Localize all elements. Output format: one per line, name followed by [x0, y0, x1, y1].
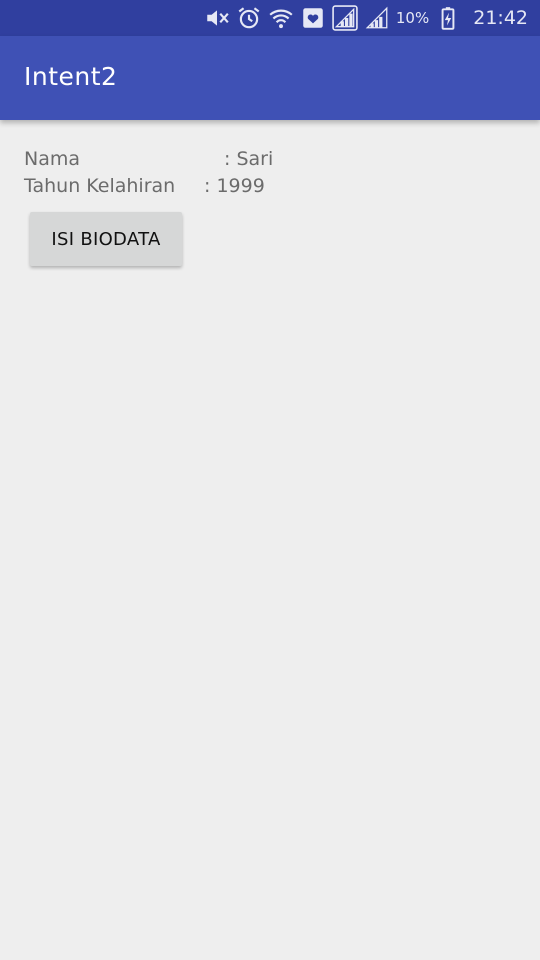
- battery-percent: 10%: [395, 9, 430, 27]
- name-value: : Sari: [224, 148, 274, 170]
- signal-strength-icon: [332, 5, 358, 31]
- wifi-icon: [268, 5, 294, 31]
- app-title: Intent2: [24, 62, 118, 91]
- birth-year-label: Tahun Kelahiran: [24, 175, 176, 197]
- battery-charging-icon: [435, 5, 461, 31]
- status-icons: 10% 21:42: [204, 0, 528, 36]
- fill-biodata-button[interactable]: ISI BIODATA: [30, 212, 182, 266]
- name-label: Nama: [24, 148, 81, 170]
- birth-year-value: : 1999: [204, 175, 265, 197]
- clock: 21:42: [473, 7, 528, 29]
- alarm-clock-icon: [236, 5, 262, 31]
- status-bar: 10% 21:42: [0, 0, 540, 36]
- signal-strength-2-icon: [364, 5, 390, 31]
- muted-speaker-icon: [204, 5, 230, 31]
- heart-notification-icon: [300, 5, 326, 31]
- app-bar: Intent2: [0, 36, 540, 120]
